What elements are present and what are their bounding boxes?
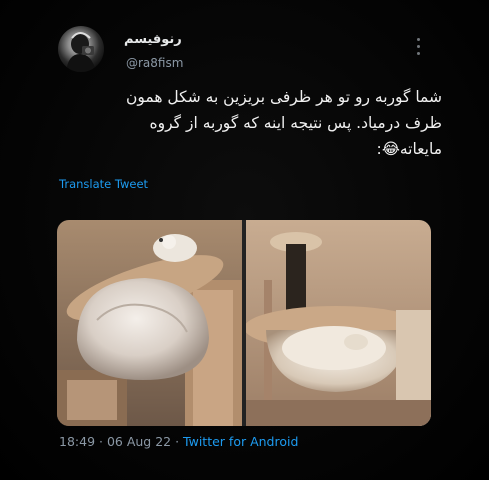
tweet-header: رنوفیسم @ra8fism [58, 24, 438, 74]
meta-separator: · [95, 434, 107, 449]
tweet-time[interactable]: 18:49 [59, 434, 95, 449]
tweet-text-line: شما گوربه رو تو هر ظرفی بریزین به شکل هم… [125, 88, 442, 106]
tweet-text-line: مایعاته😂: [376, 140, 443, 158]
tweet-meta: 18:49 · 06 Aug 22 · Twitter for Android [59, 434, 298, 449]
meta-separator: · [171, 434, 184, 449]
cat-in-bowl-photo-left[interactable] [57, 220, 242, 426]
user-handle[interactable]: @ra8fism [126, 56, 183, 70]
avatar-figure-icon [66, 32, 96, 72]
tweet-screenshot: رنوفیسم @ra8fism شما گوربه رو تو هر ظرفی… [0, 0, 489, 480]
more-options-icon[interactable] [415, 38, 421, 58]
profile-avatar[interactable] [58, 26, 104, 72]
tweet-date[interactable]: 06 Aug 22 [107, 434, 171, 449]
tweet-source-link[interactable]: Twitter for Android [183, 434, 298, 449]
tweet-text: شما گوربه رو تو هر ظرفی بریزین به شکل هم… [40, 84, 442, 162]
translate-tweet-link[interactable]: Translate Tweet [59, 177, 148, 191]
media-grid[interactable] [57, 220, 431, 426]
display-name[interactable]: رنوفیسم [124, 32, 182, 47]
cat-in-bowl-photo-right[interactable] [246, 220, 431, 426]
tweet-text-line: ظرف درمیاد. پس نتیجه اینه که گوربه از گر… [149, 114, 442, 132]
